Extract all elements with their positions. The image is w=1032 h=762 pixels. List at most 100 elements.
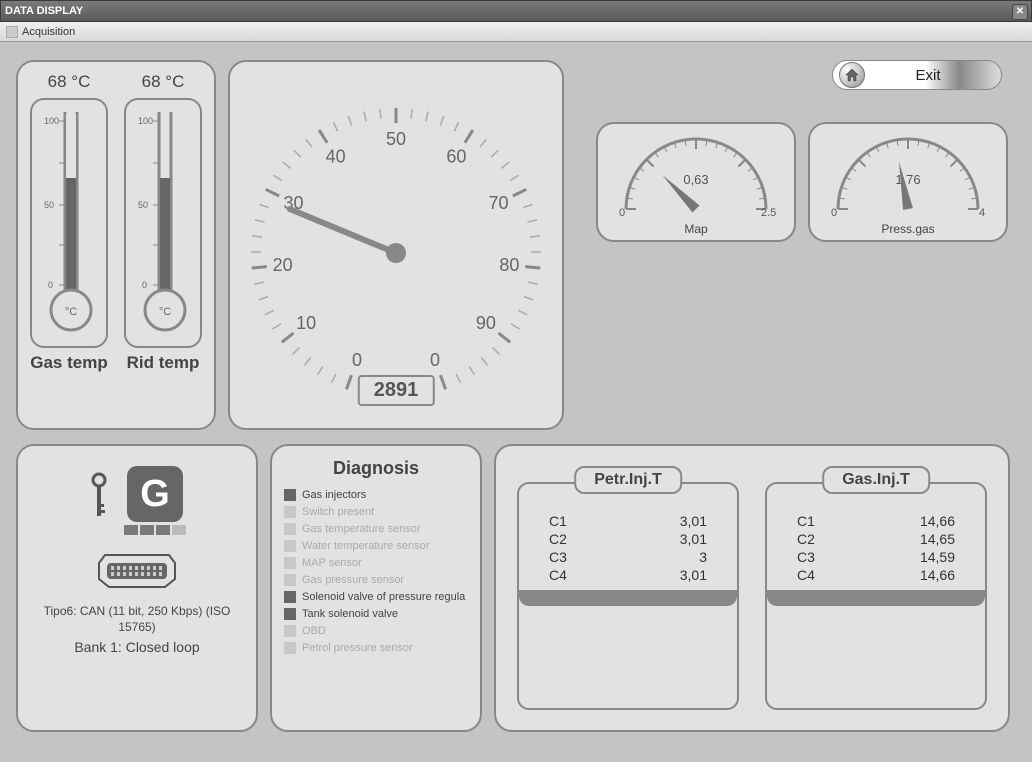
diag-item-label: Solenoid valve of pressure regula	[302, 591, 465, 603]
pressgas-gauge-label: Press.gas	[881, 222, 934, 236]
status-protocol: Tipo6: CAN (11 bit, 250 Kbps) (ISO 15765…	[32, 604, 242, 635]
inj-row: C23,01	[533, 530, 723, 548]
menubar: Acquisition	[0, 22, 1032, 42]
svg-text:50: 50	[44, 200, 54, 210]
gas-inj-table: Gas.Inj.T C114,66C214,65C314,59C414,66	[765, 482, 987, 710]
rid-temp-value: 68 °C	[142, 72, 185, 92]
menu-icon	[6, 26, 18, 38]
diag-item[interactable]: Water temperature sensor	[284, 540, 468, 552]
svg-text:°C: °C	[65, 306, 77, 318]
gas-temp-column: 68 °C °C 100 50 0	[24, 72, 114, 418]
svg-text:1,76: 1,76	[895, 172, 920, 187]
gas-inj-title: Gas.Inj.T	[822, 466, 930, 494]
close-button[interactable]: ✕	[1012, 4, 1028, 20]
svg-text:70: 70	[488, 193, 508, 213]
svg-text:10: 10	[296, 313, 316, 333]
diag-item[interactable]: Switch present	[284, 506, 468, 518]
gas-inj-footer	[767, 590, 985, 606]
map-gauge-label: Map	[684, 222, 707, 236]
svg-text:50: 50	[138, 200, 148, 210]
gas-temp-label: Gas temp	[30, 354, 107, 373]
status-square-icon	[284, 574, 296, 586]
svg-text:2.5: 2.5	[761, 207, 776, 219]
diag-item[interactable]: Gas temperature sensor	[284, 523, 468, 535]
diag-item-label: Gas pressure sensor	[302, 574, 404, 586]
svg-text:°C: °C	[159, 306, 171, 318]
inj-row: C13,01	[533, 512, 723, 530]
diag-item[interactable]: MAP sensor	[284, 557, 468, 569]
diag-item-label: Switch present	[302, 506, 374, 518]
svg-text:0: 0	[619, 207, 625, 219]
diag-item[interactable]: Gas pressure sensor	[284, 574, 468, 586]
svg-text:4: 4	[979, 207, 985, 219]
rpm-value: 2891	[358, 375, 435, 406]
svg-text:0,63: 0,63	[683, 172, 708, 187]
diag-item[interactable]: Gas injectors	[284, 489, 468, 501]
level-indicator	[124, 525, 186, 535]
inj-row: C43,01	[533, 566, 723, 584]
obd-connector-icon	[97, 551, 177, 596]
inj-row: C33	[533, 548, 723, 566]
svg-text:40: 40	[326, 146, 346, 166]
window-title: DATA DISPLAY	[5, 5, 83, 17]
status-square-icon	[284, 625, 296, 637]
svg-text:0: 0	[430, 350, 440, 370]
inj-row: C214,65	[781, 530, 971, 548]
diag-item[interactable]: OBD	[284, 625, 468, 637]
map-gauge-panel: 0 2.5 0,63 Map	[596, 122, 796, 242]
pressgas-gauge-panel: 0 4 1,76 Press.gas	[808, 122, 1008, 242]
svg-text:80: 80	[499, 255, 519, 275]
petr-inj-table: Petr.Inj.T C13,01C23,01C33C43,01	[517, 482, 739, 710]
inj-row: C114,66	[781, 512, 971, 530]
svg-text:100: 100	[44, 116, 59, 126]
workspace: Exit 68 °C °C 100 50	[0, 42, 1032, 762]
rpm-dial-panel: 01020304050607080900 2891	[228, 60, 564, 430]
diag-item[interactable]: Tank solenoid valve	[284, 608, 468, 620]
diag-item-label: Tank solenoid valve	[302, 608, 398, 620]
inj-row: C314,59	[781, 548, 971, 566]
window-titlebar: DATA DISPLAY ✕	[0, 0, 1032, 22]
exit-button[interactable]: Exit	[832, 60, 1002, 90]
petr-inj-title: Petr.Inj.T	[574, 466, 682, 494]
rpm-dial: 01020304050607080900	[236, 75, 556, 415]
status-square-icon	[284, 506, 296, 518]
diag-item-label: OBD	[302, 625, 326, 637]
status-square-icon	[284, 608, 296, 620]
svg-text:50: 50	[386, 129, 406, 149]
rid-temp-label: Rid temp	[127, 354, 200, 373]
svg-text:0: 0	[48, 280, 53, 290]
diag-item[interactable]: Petrol pressure sensor	[284, 642, 468, 654]
thermometer-panel: 68 °C °C 100 50 0	[16, 60, 216, 430]
svg-text:90: 90	[476, 313, 496, 333]
diagnosis-list: Gas injectors Switch present Gas tempera…	[284, 489, 468, 654]
diag-item-label: Gas injectors	[302, 489, 366, 501]
pressgas-gauge: 0 4 1,76	[813, 134, 1003, 220]
key-icon	[88, 472, 110, 529]
diag-item[interactable]: Solenoid valve of pressure regula	[284, 591, 468, 603]
svg-text:0: 0	[352, 350, 362, 370]
home-icon	[839, 62, 865, 88]
status-square-icon	[284, 489, 296, 501]
svg-text:20: 20	[273, 255, 293, 275]
status-square-icon	[284, 557, 296, 569]
diag-item-label: Water temperature sensor	[302, 540, 429, 552]
rid-temp-column: 68 °C °C 100 50 0	[118, 72, 208, 418]
exit-label: Exit	[865, 67, 1001, 84]
status-bank: Bank 1: Closed loop	[74, 639, 199, 655]
svg-text:0: 0	[831, 207, 837, 219]
menu-acquisition[interactable]: Acquisition	[22, 26, 75, 38]
diagnosis-title: Diagnosis	[284, 458, 468, 479]
inj-row: C414,66	[781, 566, 971, 584]
status-square-icon	[284, 642, 296, 654]
status-square-icon	[284, 540, 296, 552]
status-square-icon	[284, 591, 296, 603]
map-gauge: 0 2.5 0,63	[601, 134, 791, 220]
svg-text:0: 0	[142, 280, 147, 290]
diag-item-label: MAP sensor	[302, 557, 362, 569]
gas-thermometer: °C 100 50 0	[30, 98, 108, 348]
petr-inj-footer	[519, 590, 737, 606]
status-square-icon	[284, 523, 296, 535]
injection-panel: Petr.Inj.T C13,01C23,01C33C43,01 Gas.Inj…	[494, 444, 1010, 732]
fuel-mode-badge: G	[127, 466, 183, 522]
diag-item-label: Petrol pressure sensor	[302, 642, 413, 654]
